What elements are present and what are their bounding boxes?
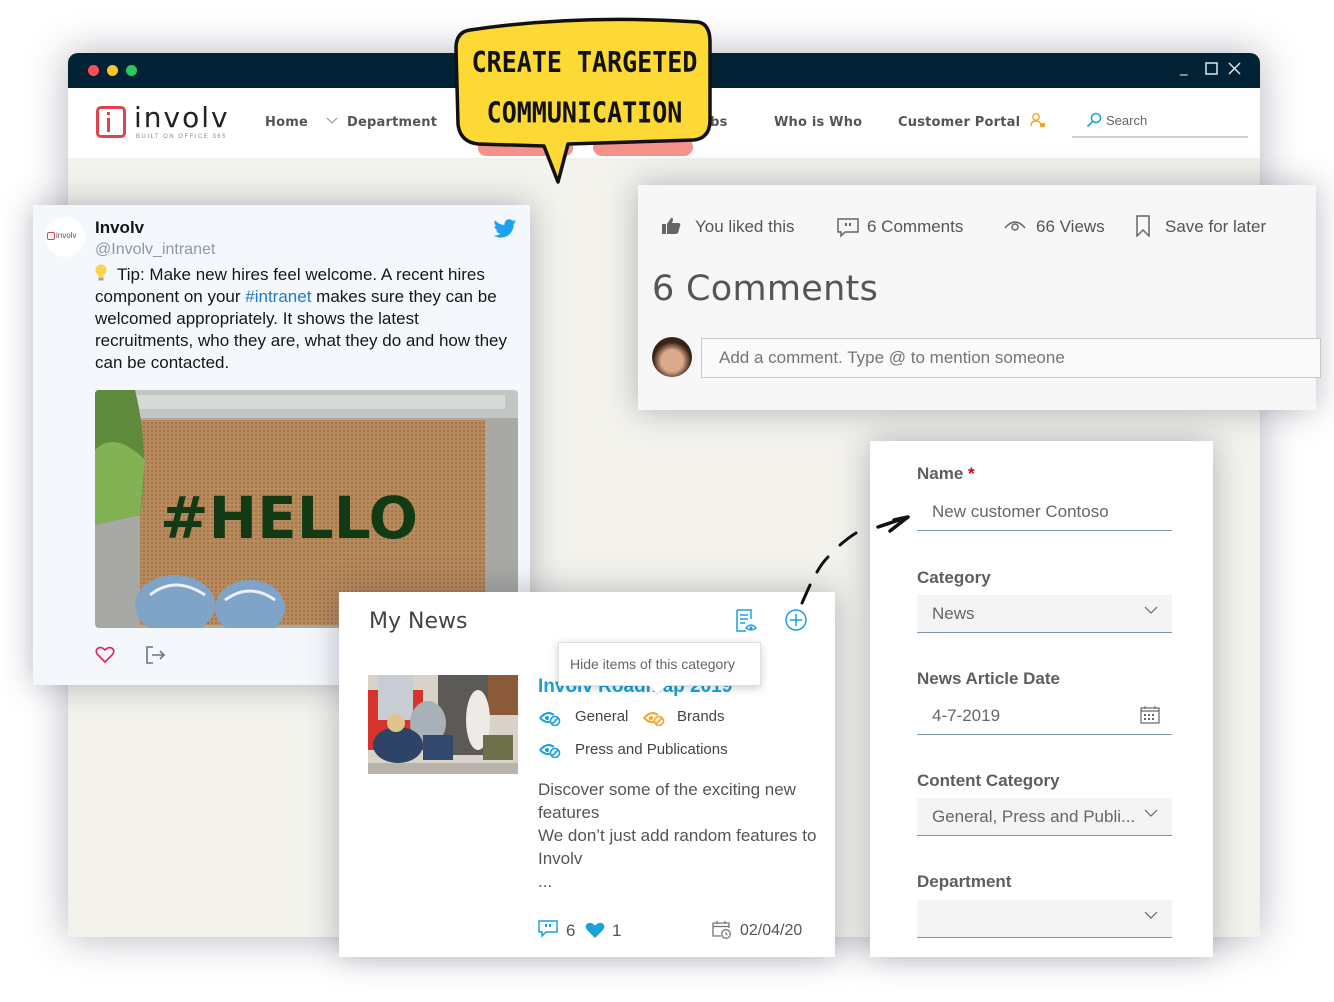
comments-panel: You liked this 6 Comments 66 Views Save … [638, 185, 1321, 410]
logo-tagline: BUILT ON OFFICE 365 [136, 134, 227, 140]
save-for-later-button[interactable]: Save for later [1165, 217, 1266, 237]
hide-category-icon[interactable] [539, 742, 561, 758]
tweet-body: Tip: Make new hires feel welcome. A rece… [95, 264, 520, 374]
tag-general[interactable]: General [575, 708, 628, 725]
department-select[interactable] [917, 900, 1172, 938]
required-marker: * [968, 464, 975, 483]
name-label-text: Name [917, 464, 964, 483]
doormat-text: #HELLO [160, 484, 418, 552]
comment-icon[interactable] [837, 218, 859, 238]
document-view-icon[interactable] [735, 609, 757, 633]
eye-icon [1004, 221, 1026, 231]
nav-customer-portal[interactable]: Customer Portal [898, 115, 1020, 130]
bookmark-icon[interactable] [1136, 215, 1150, 237]
category-select[interactable]: News [917, 595, 1172, 633]
content-category-label: Content Category [917, 771, 1060, 790]
search-placeholder: Search [1106, 113, 1148, 128]
close-button[interactable] [1228, 61, 1241, 79]
tag-press-and-publications[interactable]: Press and Publications [575, 741, 728, 758]
nav-home[interactable]: Home [265, 115, 308, 130]
chevron-down-icon [1144, 911, 1158, 919]
tweet-hashtag-link[interactable]: #intranet [245, 287, 311, 306]
maximize-button[interactable] [1205, 61, 1218, 79]
name-label: Name * [917, 464, 975, 484]
tag-brands[interactable]: Brands [677, 708, 725, 725]
content-category-select[interactable]: General, Press and Publi... [917, 798, 1172, 836]
dashed-arrow-annotation [800, 515, 910, 605]
hide-category-icon-active[interactable] [643, 710, 665, 726]
chevron-down-icon [1144, 809, 1158, 817]
description-line-1: Discover some of the exciting new featur… [538, 780, 796, 822]
callout-line-2: COMMUNICATION [486, 96, 683, 130]
hide-category-tooltip: Hide items of this category [558, 642, 761, 686]
minimize-dot[interactable] [107, 65, 118, 76]
chevron-down-icon [1144, 606, 1158, 614]
calendar-clock-icon [712, 921, 731, 939]
lightbulb-icon [95, 264, 107, 282]
nav-department[interactable]: Department [347, 115, 437, 130]
comment-input[interactable] [701, 338, 1321, 378]
heart-icon[interactable] [95, 645, 115, 665]
tweet-avatar[interactable]: involv [45, 217, 85, 257]
content-category-value: General, Press and Publi... [932, 807, 1136, 826]
maximize-icon [1205, 62, 1218, 75]
description-line-2: We don’t just add random features to Inv… [538, 826, 817, 868]
share-icon[interactable] [145, 645, 167, 665]
user-lock-icon[interactable] [1030, 112, 1046, 128]
nav-who-is-who[interactable]: Who is Who [774, 115, 862, 130]
comment-icon[interactable] [538, 920, 558, 938]
name-field-value: New customer Contoso [932, 502, 1109, 521]
twitter-bird-icon[interactable] [493, 219, 517, 239]
name-field[interactable]: New customer Contoso [917, 493, 1172, 531]
close-icon [1228, 62, 1241, 75]
close-dot[interactable] [88, 65, 99, 76]
department-label: Department [917, 872, 1012, 891]
news-article-date-label: News Article Date [917, 669, 1060, 688]
news-article-date-field[interactable]: 4-7-2019 [917, 697, 1172, 735]
avatar-label: involv [56, 231, 77, 240]
news-like-count: 1 [612, 921, 622, 940]
news-description: Discover some of the exciting new featur… [538, 778, 818, 893]
date-field-value: 4-7-2019 [932, 706, 1001, 725]
thumbs-up-icon[interactable] [660, 216, 682, 236]
news-date: 02/04/20 [740, 922, 803, 939]
customer-form: Name * New customer Contoso Category New… [870, 441, 1213, 957]
tweet-author[interactable]: Involv [95, 218, 144, 238]
heart-filled-icon[interactable] [585, 922, 605, 939]
maximize-dot[interactable] [126, 65, 137, 76]
logo-mark-icon [96, 106, 126, 138]
callout-line-1: CREATE TARGETED [471, 45, 698, 79]
tweet-handle[interactable]: @Involv_intranet [95, 241, 215, 259]
comments-count-link[interactable]: 6 Comments [867, 217, 963, 237]
news-comment-count: 6 [566, 921, 576, 940]
comments-heading: 6 Comments [652, 269, 879, 309]
involv-logo[interactable]: involv BUILT ON OFFICE 365 [96, 101, 236, 144]
hide-category-icon[interactable] [539, 710, 561, 726]
category-select-value: News [932, 604, 975, 623]
liked-status[interactable]: You liked this [695, 217, 795, 237]
my-news-card: My News Involv Roadmap 2019 Hide items o… [339, 592, 835, 957]
views-count: 66 Views [1036, 217, 1105, 236]
current-user-avatar [652, 337, 692, 377]
news-thumbnail[interactable] [368, 675, 518, 774]
category-label: Category [917, 568, 991, 587]
description-ellipsis: ... [538, 872, 553, 891]
calendar-icon[interactable] [1140, 706, 1160, 724]
callout-bubble: CREATE TARGETED COMMUNICATION [448, 12, 718, 192]
minimize-button[interactable]: _ [1180, 58, 1188, 76]
logo-text: involv [134, 101, 230, 134]
search-box[interactable]: Search [1072, 102, 1248, 138]
search-icon [1086, 112, 1102, 128]
chevron-down-icon[interactable] [326, 114, 338, 128]
my-news-title: My News [369, 609, 468, 634]
